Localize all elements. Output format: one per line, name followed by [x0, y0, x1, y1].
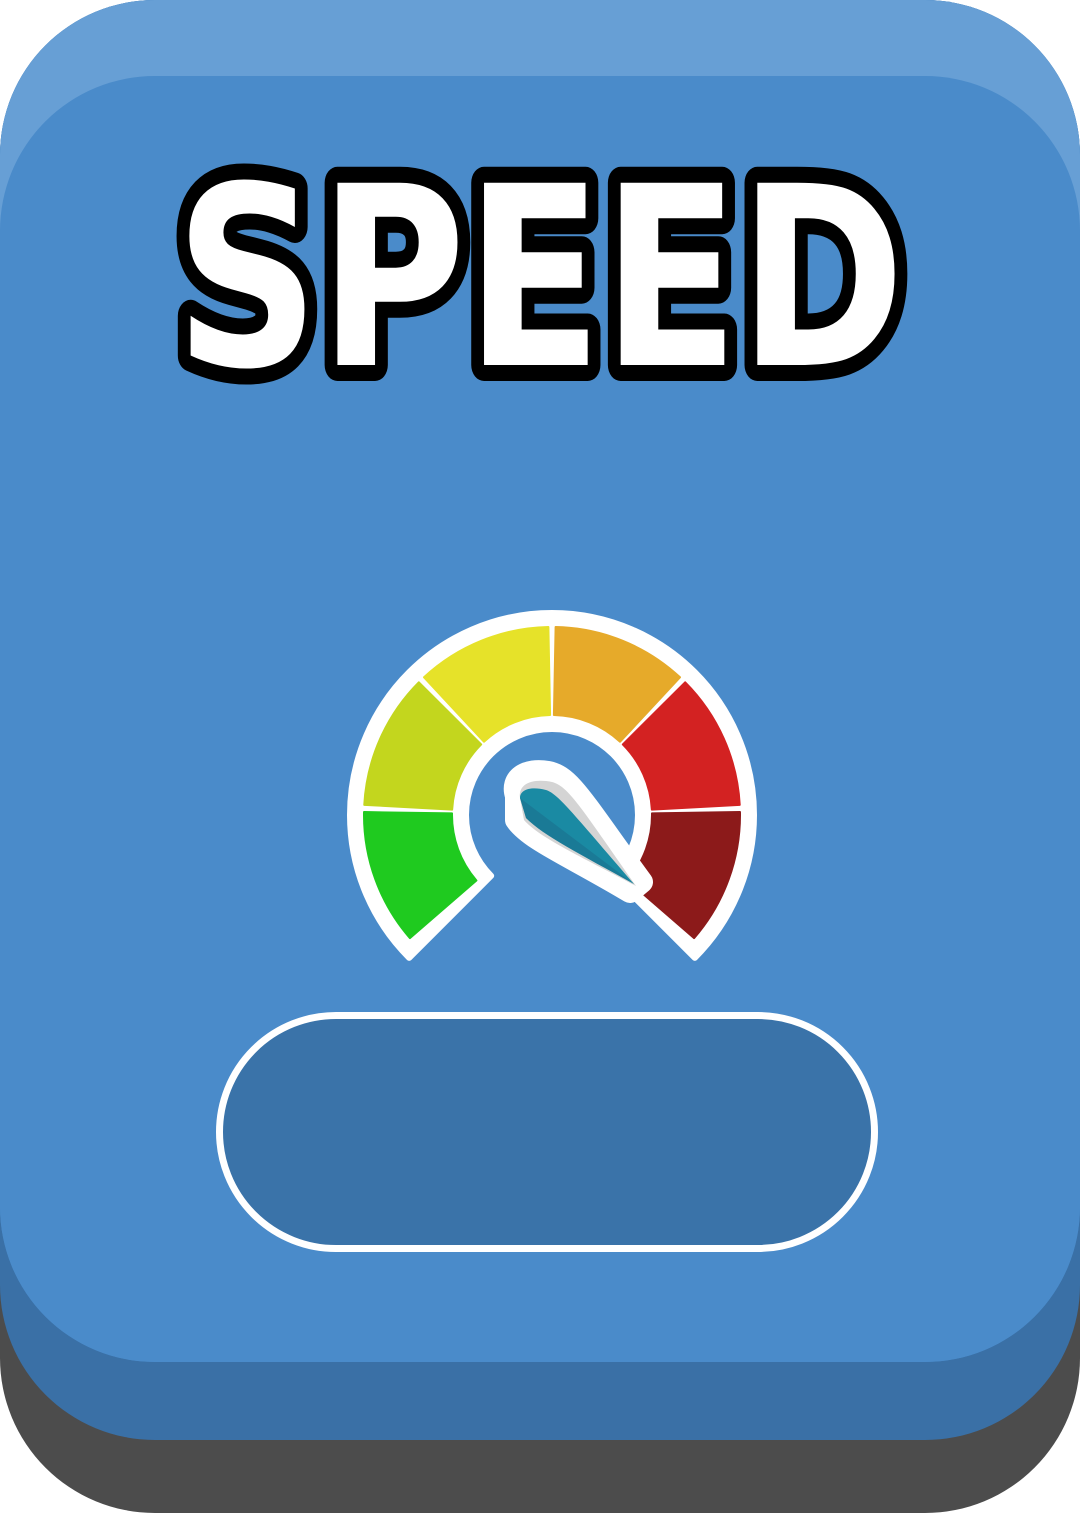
card-title: SPEED SPEED [0, 120, 1080, 420]
gauge-needle [503, 760, 653, 903]
title-text: SPEED [175, 133, 905, 420]
speed-card[interactable]: SPEED SPEED [0, 0, 1080, 1513]
value-display [216, 1012, 878, 1252]
speedometer-icon [330, 600, 770, 980]
